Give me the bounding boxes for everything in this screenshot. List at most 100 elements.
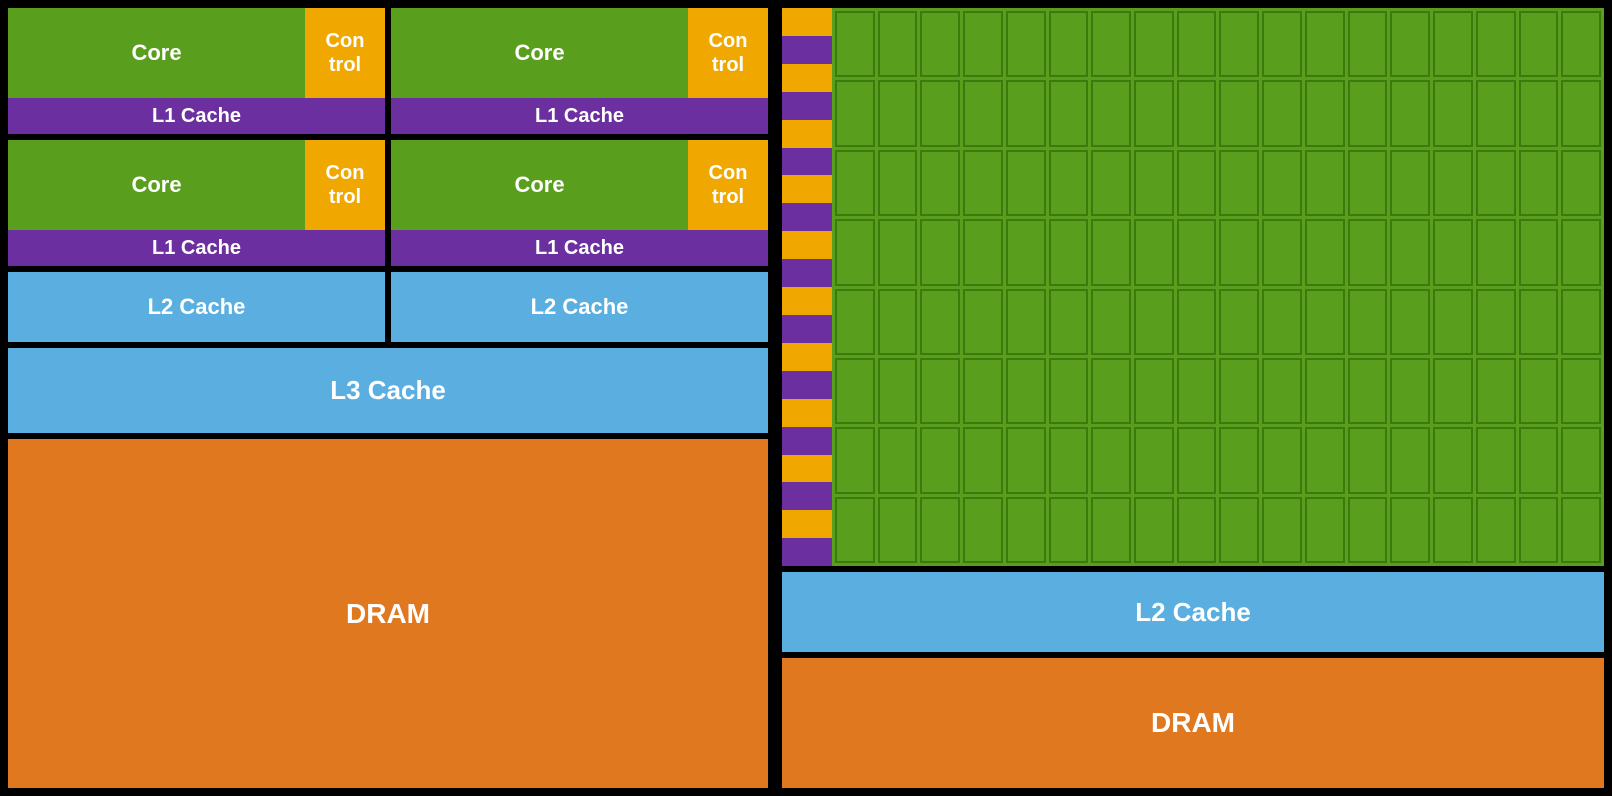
stripe-segment [782, 315, 832, 343]
gpu-core-cell [920, 150, 960, 216]
gpu-diagram: L2 Cache DRAM [782, 8, 1604, 788]
gpu-core-cell [1219, 497, 1259, 563]
gpu-core-cell [1433, 358, 1473, 424]
stripe-segment [782, 64, 832, 92]
gpu-core-cell [1433, 427, 1473, 493]
gpu-core-cell [1262, 497, 1302, 563]
gpu-core-cell [920, 11, 960, 77]
stripe-segment [782, 287, 832, 315]
gpu-core-cell [1305, 80, 1345, 146]
stripe-segment [782, 8, 832, 36]
gpu-core-cell [1476, 11, 1516, 77]
gpu-core-cell [1219, 358, 1259, 424]
gpu-core-cell [878, 150, 918, 216]
gpu-core-cell [835, 80, 875, 146]
gpu-core-cell [1348, 289, 1388, 355]
gpu-top [782, 8, 1604, 566]
gpu-core-cell [1476, 289, 1516, 355]
stripe-segment [782, 399, 832, 427]
core-row-1: Core Control L1 Cache Core Control L1 Ca [8, 8, 768, 134]
gpu-core-cell [1262, 427, 1302, 493]
gpu-core-cell [1519, 150, 1559, 216]
core-3: Core [8, 140, 305, 230]
gpu-core-cell [1049, 427, 1089, 493]
gpu-core-cell [1219, 219, 1259, 285]
gpu-core-cell [1476, 219, 1516, 285]
stripe-segment [782, 455, 832, 483]
gpu-core-cell [1219, 11, 1259, 77]
gpu-core-cell [1519, 427, 1559, 493]
control-2: Control [688, 8, 768, 98]
gpu-core-cell [1177, 150, 1217, 216]
gpu-core-cell [1006, 497, 1046, 563]
gpu-core-cell [1262, 150, 1302, 216]
stripe-segment [782, 343, 832, 371]
gpu-core-cell [1177, 219, 1217, 285]
gpu-core-cell [963, 11, 1003, 77]
l1-cache-2: L1 Cache [391, 98, 768, 134]
gpu-core-cell [1476, 80, 1516, 146]
gpu-core-cell [1177, 289, 1217, 355]
gpu-core-cell [1433, 80, 1473, 146]
gpu-core-cell [1433, 219, 1473, 285]
l2-cache-left: L2 Cache [8, 272, 385, 342]
gpu-core-cell [1177, 427, 1217, 493]
stripe-segment [782, 92, 832, 120]
gpu-core-cell [1390, 80, 1430, 146]
gpu-core-cell [1561, 11, 1601, 77]
core-1: Core [8, 8, 305, 98]
gpu-core-cell [963, 497, 1003, 563]
gpu-core-cell [1476, 497, 1516, 563]
gpu-core-cell [835, 358, 875, 424]
gpu-core-cell [1390, 150, 1430, 216]
gpu-core-cell [1519, 497, 1559, 563]
gpu-core-cell [1177, 11, 1217, 77]
gpu-core-cell [878, 427, 918, 493]
stripe-segment [782, 427, 832, 455]
gpu-core-cell [1348, 219, 1388, 285]
control-4: Control [688, 140, 768, 230]
gpu-core-cell [1305, 358, 1345, 424]
stripe-segment [782, 371, 832, 399]
gpu-core-cell [1561, 219, 1601, 285]
gpu-core-cell [1006, 289, 1046, 355]
gpu-core-cell [1348, 11, 1388, 77]
gpu-core-cell [1390, 497, 1430, 563]
gpu-core-cell [1476, 358, 1516, 424]
gpu-core-cell [1177, 358, 1217, 424]
gpu-core-cell [835, 150, 875, 216]
gpu-core-cell [1561, 427, 1601, 493]
gpu-core-cell [1390, 358, 1430, 424]
gpu-core-cell [835, 497, 875, 563]
gpu-core-cell [963, 358, 1003, 424]
gpu-core-cell [1134, 219, 1174, 285]
gpu-core-cell [1348, 150, 1388, 216]
gpu-core-cell [1433, 289, 1473, 355]
gpu-core-cell [963, 150, 1003, 216]
gpu-core-cell [835, 427, 875, 493]
gpu-dram: DRAM [782, 658, 1604, 788]
gpu-core-cell [1006, 427, 1046, 493]
gpu-core-cell [878, 219, 918, 285]
main-container: Core Control L1 Cache Core Control L1 Ca [0, 0, 1612, 796]
stripe-segment [782, 148, 832, 176]
gpu-core-cell [1390, 427, 1430, 493]
gpu-core-cell [835, 11, 875, 77]
gpu-core-cell [1006, 150, 1046, 216]
stripe-column [782, 8, 832, 566]
l1-cache-1: L1 Cache [8, 98, 385, 134]
gpu-core-cell [1348, 358, 1388, 424]
gpu-core-cell [963, 289, 1003, 355]
stripe-segment [782, 510, 832, 538]
gpu-core-cell [1091, 427, 1131, 493]
core-block-1: Core Control L1 Cache [8, 8, 385, 134]
gpu-core-cell [1262, 289, 1302, 355]
l1-cache-4: L1 Cache [391, 230, 768, 266]
gpu-core-cell [1519, 11, 1559, 77]
gpu-core-cell [963, 219, 1003, 285]
gpu-core-cell [1134, 427, 1174, 493]
l1-cache-3: L1 Cache [8, 230, 385, 266]
stripe-segment [782, 203, 832, 231]
separator [768, 8, 782, 788]
gpu-core-cell [1305, 497, 1345, 563]
